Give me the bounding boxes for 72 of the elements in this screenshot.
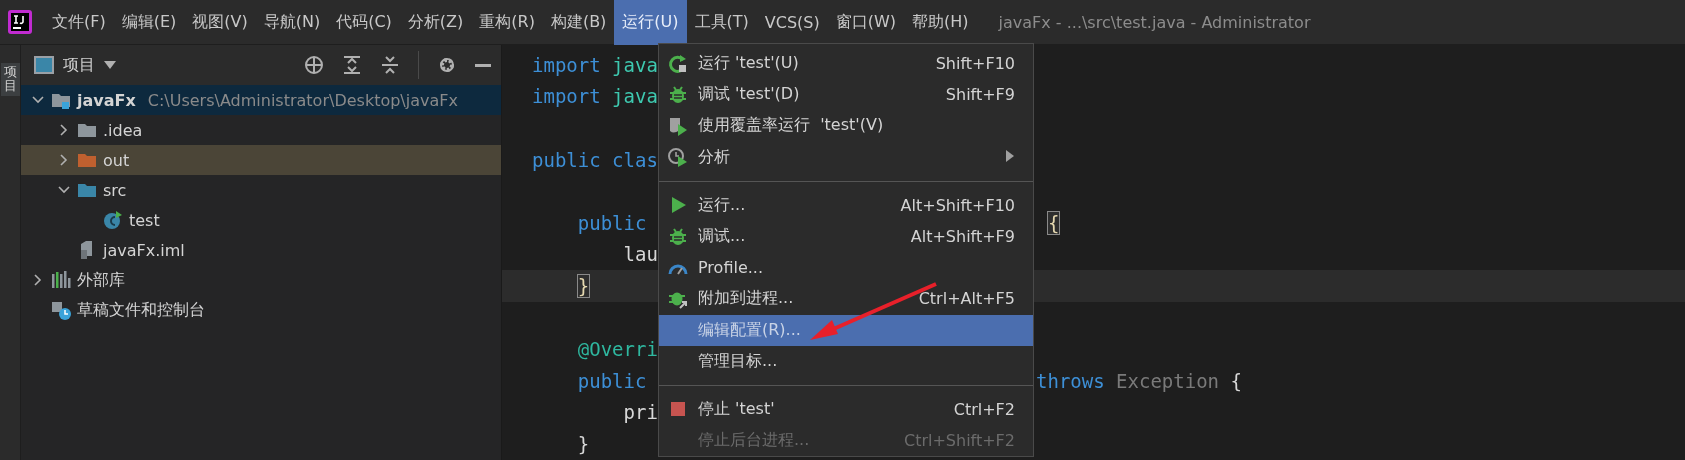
tree-row[interactable]: .idea [21,115,501,145]
menu-item[interactable]: 视图(V) [184,0,256,45]
side-tab[interactable]: 项目 [0,63,20,96]
menu-entry[interactable]: 调试... Alt+Shift+F9 [659,220,1033,253]
menu-entry[interactable]: 分析 [659,141,1033,173]
tree-row[interactable]: javaFx C:\Users\Administrator\Desktop\javaFx [21,85,501,115]
menu-entry[interactable]: 运行 'test'(U) Shift+F10 [659,48,1033,80]
menu-item[interactable]: VCS(S) [756,0,828,45]
menu-item[interactable]: 导航(N) [255,0,329,45]
library-icon [51,270,71,290]
code-text: import java [532,53,658,76]
tree-label: out [103,150,130,170]
code-text: public [577,211,647,234]
settings-icon [437,55,457,75]
submenu-arrow-icon [1005,148,1015,163]
tree-label: javaFx.iml [103,240,185,260]
code-text: } [577,432,590,455]
tree-label: 草稿文件和控制台 [77,299,205,321]
bug-icon [668,84,688,105]
rerun-icon [668,53,688,74]
collapse-all-icon [380,55,400,75]
code-text: throws Exception { [1036,369,1242,392]
tree-label: src [103,180,127,200]
menu-entry[interactable]: 使用覆盖率运行 'test'(V) [659,110,1033,142]
menu-entry[interactable]: 附加到进程... Ctrl+Alt+F5 [659,283,1033,315]
shield-play-icon [668,115,688,136]
tree-row[interactable]: src [21,175,501,205]
panel-icon [33,55,55,75]
menu-item[interactable]: 运行(U) [614,0,687,45]
tree-row[interactable]: javaFx.iml [21,235,501,265]
panel-title[interactable]: 项目 [63,54,95,76]
menu-item[interactable]: 窗口(W) [827,0,905,45]
tree-label: .idea [103,120,143,140]
class-file-icon [103,210,123,230]
minimize-icon [475,63,491,67]
code-text: public [577,369,647,392]
dropdown-caret-icon [103,60,117,70]
code-text: lau [623,243,658,266]
app-logo-icon[interactable] [8,10,32,34]
tree-row[interactable]: 外部库 [21,265,501,295]
bug-icon [668,226,688,247]
window-title: javaFx - ...\src\test.java - Administrator [998,12,1311,32]
module-path: C:\Users\Administrator\Desktop\javaFx [147,90,458,110]
code-text: import java [532,85,658,108]
code-text: { [1047,211,1060,234]
clock-play-icon [668,147,688,168]
tree-label: javaFx [77,90,136,110]
scratch-console-icon [51,300,71,320]
code-text: pri [623,401,658,424]
menu-entry[interactable]: 调试 'test'(D) Shift+F9 [659,79,1033,111]
code-text: public clas [532,148,658,171]
menu-entry[interactable]: 运行... Alt+Shift+F10 [659,189,1033,221]
code-text: } [577,274,590,297]
menu-item[interactable]: 帮助(H) [904,0,977,45]
menu-item[interactable]: 工具(T) [686,0,757,45]
code-text: @Overri [577,338,658,361]
menu-item[interactable]: 构建(B) [542,0,615,45]
tree-label: test [129,210,160,230]
menu-item[interactable]: 重构(R) [471,0,543,45]
menu-item[interactable]: 文件(F) [44,0,114,45]
tree-label: 外部库 [77,269,125,291]
menu-item[interactable]: 代码(C) [328,0,400,45]
menu-entry[interactable]: 停止 'test' Ctrl+F2 [659,393,1033,426]
crosshair-icon [304,55,324,75]
tree-row[interactable]: test [21,205,501,235]
menu-entry[interactable]: Profile... [659,252,1033,284]
menu-item[interactable]: 分析(Z) [399,0,472,45]
menu-entry[interactable]: 管理目标... [659,345,1033,377]
tree-row[interactable]: out [21,145,501,175]
menu-item[interactable]: 编辑(E) [113,0,185,45]
tree-row[interactable]: 草稿文件和控制台 [21,295,501,325]
expand-all-icon [342,55,362,75]
